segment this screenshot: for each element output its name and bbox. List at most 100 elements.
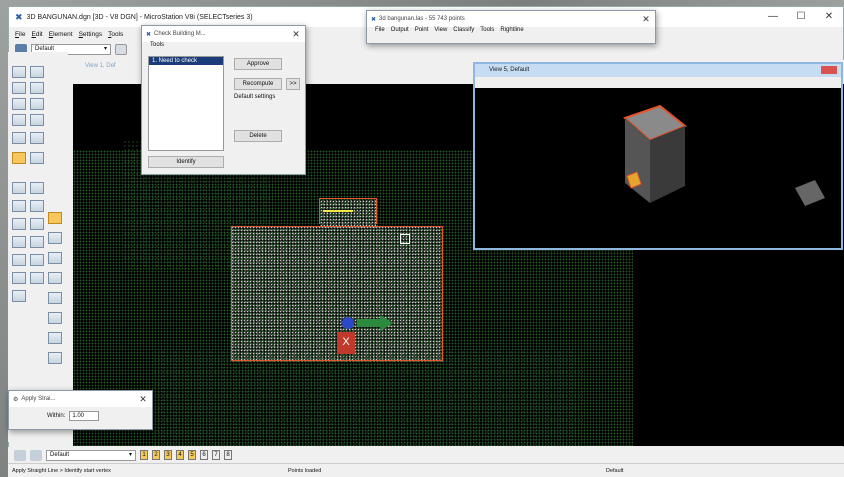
view-controls-bar: Default ▾ 1 2 3 4 5 6 7 8: [8, 447, 844, 463]
view-button-8[interactable]: 8: [224, 450, 232, 460]
view-button-4[interactable]: 4: [176, 450, 184, 460]
recompute-button[interactable]: Recompute: [234, 78, 282, 90]
las-menu-rightline[interactable]: Rightline: [500, 27, 523, 33]
selected-tool-icon[interactable]: [48, 212, 62, 224]
menu-tools[interactable]: Tools: [108, 31, 123, 38]
more-button[interactable]: >>: [286, 78, 300, 90]
apply-dialog-close-icon[interactable]: ✕: [134, 394, 152, 405]
forward-icon[interactable]: [30, 449, 42, 461]
apply-straight-dialog: ⚙ Apply Strai... ✕ Within: 1.00: [8, 390, 153, 430]
delete-button[interactable]: Delete: [234, 130, 282, 142]
text-icon[interactable]: [12, 98, 26, 110]
tree-icon[interactable]: [30, 218, 44, 230]
view-rotation-icon[interactable]: [795, 180, 825, 206]
extend-icon[interactable]: [48, 332, 62, 344]
straighten-icon[interactable]: [48, 252, 62, 264]
las-menu-output[interactable]: Output: [391, 27, 409, 33]
status-message: Points loaded: [288, 468, 322, 474]
view-button-6[interactable]: 6: [200, 450, 208, 460]
close-button[interactable]: ✕: [815, 7, 843, 27]
back-icon[interactable]: [14, 449, 26, 461]
vector-icon[interactable]: [30, 182, 44, 194]
project-icon[interactable]: [12, 272, 26, 284]
view-button-5[interactable]: 5: [188, 450, 196, 460]
point-icon[interactable]: [12, 200, 26, 212]
las-menu-bar: File Output Point View Classify Tools Ri…: [367, 27, 655, 33]
check-icon[interactable]: [30, 200, 44, 212]
move-icon[interactable]: [12, 82, 26, 94]
align-icon[interactable]: [48, 232, 62, 244]
apply-dialog-title: Apply Strai...: [21, 396, 56, 402]
view-5-close-icon[interactable]: [821, 66, 837, 74]
view-button-3[interactable]: 3: [164, 450, 172, 460]
building-list[interactable]: 1. Need to check: [148, 56, 224, 151]
fence-icon[interactable]: [30, 98, 44, 110]
las-menu-view[interactable]: View: [434, 27, 447, 33]
check-dialog-title: Check Building M...: [154, 31, 206, 37]
las-menu-classify[interactable]: Classify: [453, 27, 474, 33]
tool-icon: ⚙: [13, 396, 19, 403]
within-input[interactable]: 1.00: [69, 411, 100, 421]
view-5-title-bar[interactable]: View 5, Default: [475, 64, 841, 77]
delete-icon[interactable]: [30, 114, 44, 126]
apply-dialog-title-bar[interactable]: ⚙ Apply Strai... ✕: [9, 391, 152, 407]
within-row: Within: 1.00: [9, 407, 152, 421]
area-icon[interactable]: [12, 254, 26, 266]
dimension-icon[interactable]: [30, 66, 44, 78]
measure-icon[interactable]: [12, 132, 26, 144]
grid-icon[interactable]: [30, 82, 44, 94]
vertex-marker[interactable]: [400, 234, 410, 244]
break-icon[interactable]: [48, 352, 62, 364]
menu-edit[interactable]: Edit: [32, 31, 43, 38]
check-building-dialog: ✖ Check Building M... ✕ Tools 1. Need to…: [141, 25, 306, 175]
highlight-segment: [323, 210, 353, 212]
las-menu-file[interactable]: File: [375, 27, 385, 33]
modify-icon[interactable]: [12, 114, 26, 126]
join-icon[interactable]: [48, 312, 62, 324]
status-level: Default: [606, 468, 624, 474]
orbit-icon[interactable]: [12, 290, 26, 302]
chevron-down-icon: ▾: [128, 451, 132, 458]
las-window-title: 3d bangunan.las - 55 743 points: [379, 16, 465, 22]
section-icon[interactable]: [30, 254, 44, 266]
check-dialog-menu-tools[interactable]: Tools: [142, 42, 305, 48]
place-line-icon[interactable]: [12, 66, 26, 78]
chevron-down-icon: ▾: [103, 45, 107, 52]
identify-button[interactable]: Identify: [148, 156, 224, 168]
color-picker-icon[interactable]: [115, 43, 127, 55]
status-prompt: Apply Straight Line > Identify start ver…: [12, 468, 111, 474]
check-dialog-title-bar[interactable]: ✖ Check Building M... ✕: [142, 26, 305, 42]
las-menu-point[interactable]: Point: [415, 27, 429, 33]
las-close-icon[interactable]: ✕: [637, 14, 655, 25]
las-menu-tools[interactable]: Tools: [480, 27, 494, 33]
las-title-bar[interactable]: ✖ 3d bangunan.las - 55 743 points ✕: [367, 11, 655, 27]
surface-icon[interactable]: [30, 272, 44, 284]
building-icon[interactable]: [12, 182, 26, 194]
bottom-level-combo[interactable]: Default ▾: [46, 449, 136, 461]
split-icon[interactable]: [48, 292, 62, 304]
manipulator-origin[interactable]: [342, 317, 354, 329]
view-button-2[interactable]: 2: [152, 450, 160, 460]
app-icon: ✖: [371, 16, 377, 23]
menu-file[interactable]: File: [15, 31, 26, 38]
roof-icon[interactable]: [30, 152, 44, 164]
y-axis-arrow-icon[interactable]: X: [337, 332, 355, 354]
road-icon[interactable]: [30, 236, 44, 248]
view-button-1[interactable]: 1: [140, 450, 148, 460]
menu-settings[interactable]: Settings: [79, 31, 103, 38]
polygon-icon[interactable]: [12, 218, 26, 230]
corner-icon[interactable]: [48, 272, 62, 284]
settings-label: Default settings: [234, 94, 276, 100]
list-item[interactable]: 1. Need to check: [149, 57, 223, 65]
view-button-7[interactable]: 7: [212, 450, 220, 460]
maximize-button[interactable]: ☐: [787, 7, 815, 27]
cells-icon[interactable]: [30, 132, 44, 144]
view-5-window[interactable]: View 5, Default: [473, 62, 843, 250]
check-dialog-close-icon[interactable]: ✕: [287, 29, 305, 40]
minimize-button[interactable]: —: [759, 7, 787, 27]
wall-icon[interactable]: [12, 236, 26, 248]
menu-element[interactable]: Element: [49, 31, 73, 38]
approve-button[interactable]: Approve: [234, 58, 282, 70]
view-5-toolbar: [475, 77, 841, 88]
classify-icon[interactable]: [12, 152, 26, 164]
